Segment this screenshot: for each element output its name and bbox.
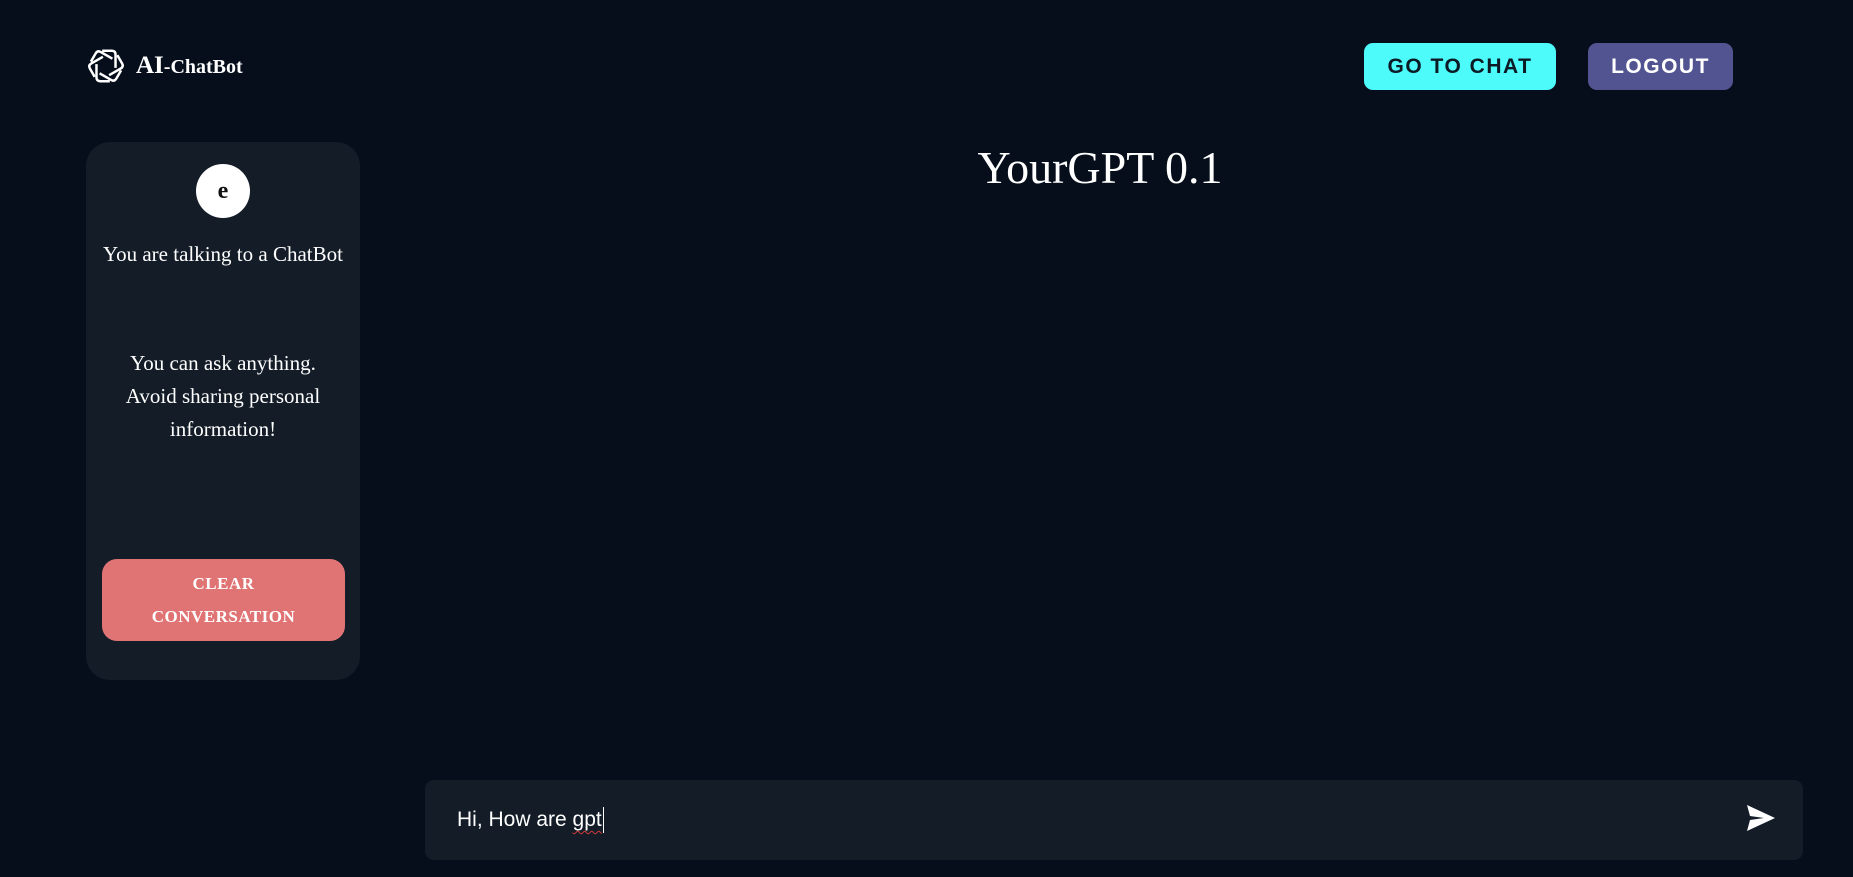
text-caret	[602, 807, 604, 833]
message-composer: Hi, How are gpt	[425, 780, 1803, 860]
go-to-chat-button[interactable]: GO TO CHAT	[1364, 43, 1556, 90]
avatar: e	[196, 164, 250, 218]
sidebar-card: e You are talking to a ChatBot You can a…	[86, 142, 360, 680]
send-icon	[1746, 804, 1776, 837]
message-input[interactable]: Hi, How are gpt	[457, 800, 1707, 840]
openai-knot-icon	[86, 44, 126, 88]
misspelled-word: gpt	[572, 808, 602, 831]
page-title: YourGPT 0.1	[977, 142, 1223, 193]
brand-name: AI -ChatBot	[136, 52, 243, 80]
talking-to-label: You are talking to a ChatBot	[103, 242, 343, 266]
privacy-notice: You can ask anything. Avoid sharing pers…	[125, 351, 321, 441]
brand[interactable]: AI -ChatBot	[86, 44, 243, 88]
brand-main: AI	[136, 52, 164, 79]
clear-conversation-button[interactable]: CLEAR CONVERSATION	[102, 559, 345, 641]
message-input-text: Hi, How are	[457, 808, 573, 831]
brand-sub: -ChatBot	[163, 56, 243, 78]
send-button[interactable]	[1745, 804, 1777, 836]
logout-button[interactable]: LOGOUT	[1588, 43, 1733, 90]
